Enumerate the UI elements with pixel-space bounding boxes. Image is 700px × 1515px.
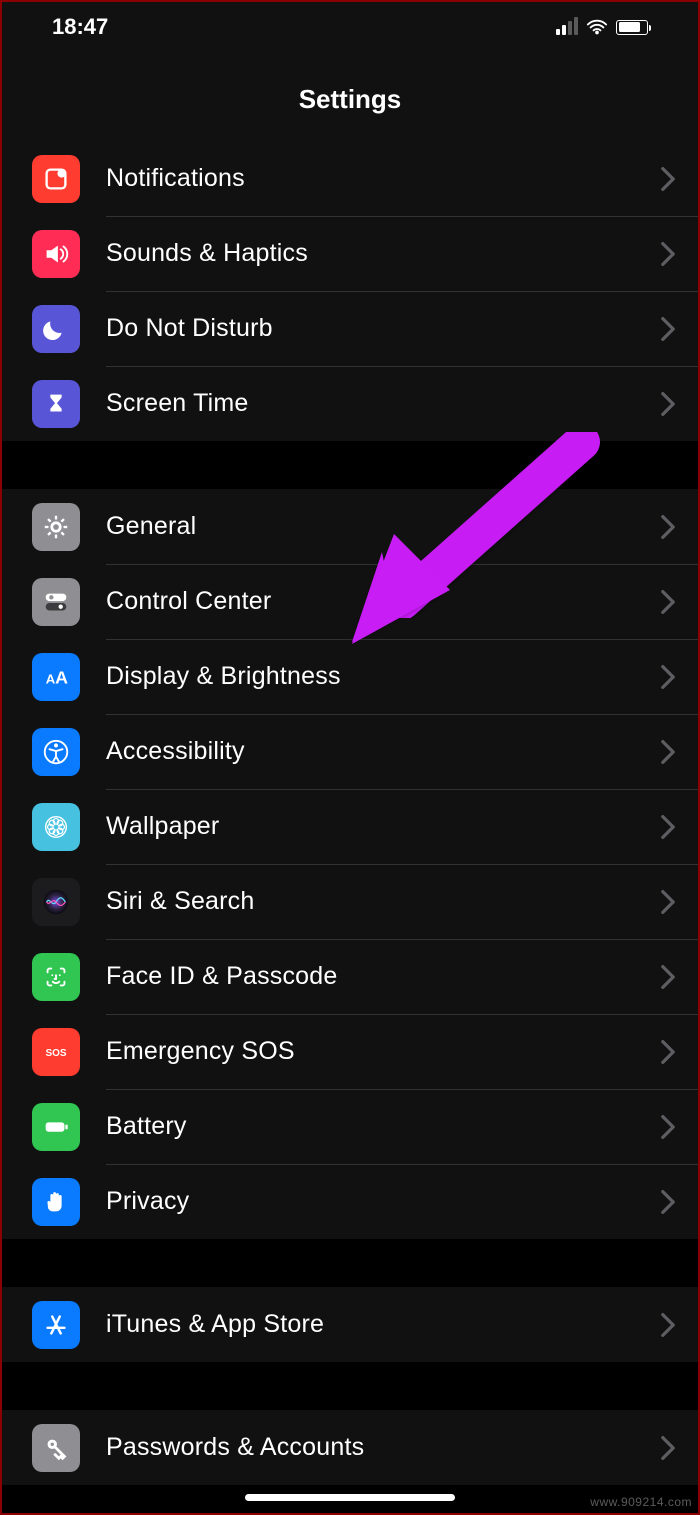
label-screentime: Screen Time (106, 389, 660, 418)
row-sounds[interactable]: Sounds & Haptics (2, 216, 698, 291)
label-siri: Siri & Search (106, 887, 660, 916)
page-title: Settings (2, 52, 698, 141)
notifications-icon (32, 155, 80, 203)
label-general: General (106, 512, 660, 541)
label-sounds: Sounds & Haptics (106, 239, 660, 268)
label-accessibility: Accessibility (106, 737, 660, 766)
faceid-icon (32, 953, 80, 1001)
chevron-right-icon (660, 1189, 676, 1215)
status-bar: 18:47 (2, 2, 698, 52)
hand-icon (32, 1178, 80, 1226)
row-sos[interactable]: SOS Emergency SOS (2, 1014, 698, 1089)
svg-text:SOS: SOS (45, 1047, 66, 1058)
hourglass-icon (32, 380, 80, 428)
row-itunes[interactable]: iTunes & App Store (2, 1287, 698, 1362)
row-accessibility[interactable]: Accessibility (2, 714, 698, 789)
chevron-right-icon (660, 391, 676, 417)
row-passwords[interactable]: Passwords & Accounts (2, 1410, 698, 1485)
status-indicators (556, 16, 648, 38)
section-gap (2, 441, 698, 489)
accessibility-icon (32, 728, 80, 776)
label-notifications: Notifications (106, 164, 660, 193)
section-gap (2, 1239, 698, 1287)
sos-icon: SOS (32, 1028, 80, 1076)
row-controlcenter[interactable]: Control Center (2, 564, 698, 639)
cellular-signal-icon (556, 19, 578, 35)
siri-icon (32, 878, 80, 926)
key-icon (32, 1424, 80, 1472)
sounds-icon (32, 230, 80, 278)
label-faceid: Face ID & Passcode (106, 962, 660, 991)
wifi-icon (586, 16, 608, 38)
chevron-right-icon (660, 1039, 676, 1065)
settings-group-1: Notifications Sounds & Haptics Do Not Di… (2, 141, 698, 441)
textsize-icon: AA (32, 653, 80, 701)
label-battery: Battery (106, 1112, 660, 1141)
settings-group-4: Passwords & Accounts (2, 1410, 698, 1485)
row-general[interactable]: General (2, 489, 698, 564)
chevron-right-icon (660, 964, 676, 990)
row-privacy[interactable]: Privacy (2, 1164, 698, 1239)
svg-text:A: A (55, 667, 68, 687)
chevron-right-icon (660, 1435, 676, 1461)
moon-icon (32, 305, 80, 353)
chevron-right-icon (660, 814, 676, 840)
home-indicator[interactable] (245, 1494, 455, 1501)
label-wallpaper: Wallpaper (106, 812, 660, 841)
wallpaper-icon (32, 803, 80, 851)
row-display[interactable]: AA Display & Brightness (2, 639, 698, 714)
row-wallpaper[interactable]: Wallpaper (2, 789, 698, 864)
chevron-right-icon (660, 1114, 676, 1140)
watermark: www.909214.com (590, 1495, 692, 1509)
settings-group-3: iTunes & App Store (2, 1287, 698, 1362)
row-siri[interactable]: Siri & Search (2, 864, 698, 939)
chevron-right-icon (660, 514, 676, 540)
chevron-right-icon (660, 166, 676, 192)
label-sos: Emergency SOS (106, 1037, 660, 1066)
chevron-right-icon (660, 316, 676, 342)
settings-group-2: General Control Center AA Display & Brig… (2, 489, 698, 1239)
label-itunes: iTunes & App Store (106, 1310, 660, 1339)
label-passwords: Passwords & Accounts (106, 1433, 660, 1462)
row-battery[interactable]: Battery (2, 1089, 698, 1164)
label-dnd: Do Not Disturb (106, 314, 660, 343)
chevron-right-icon (660, 739, 676, 765)
section-gap (2, 1362, 698, 1410)
chevron-right-icon (660, 664, 676, 690)
status-time: 18:47 (52, 14, 108, 40)
label-display: Display & Brightness (106, 662, 660, 691)
battery-icon (32, 1103, 80, 1151)
appstore-icon (32, 1301, 80, 1349)
row-faceid[interactable]: Face ID & Passcode (2, 939, 698, 1014)
row-screentime[interactable]: Screen Time (2, 366, 698, 441)
switches-icon (32, 578, 80, 626)
chevron-right-icon (660, 589, 676, 615)
row-dnd[interactable]: Do Not Disturb (2, 291, 698, 366)
chevron-right-icon (660, 1312, 676, 1338)
battery-indicator-icon (616, 20, 648, 35)
label-controlcenter: Control Center (106, 587, 660, 616)
gear-icon (32, 503, 80, 551)
row-notifications[interactable]: Notifications (2, 141, 698, 216)
chevron-right-icon (660, 889, 676, 915)
chevron-right-icon (660, 241, 676, 267)
label-privacy: Privacy (106, 1187, 660, 1216)
